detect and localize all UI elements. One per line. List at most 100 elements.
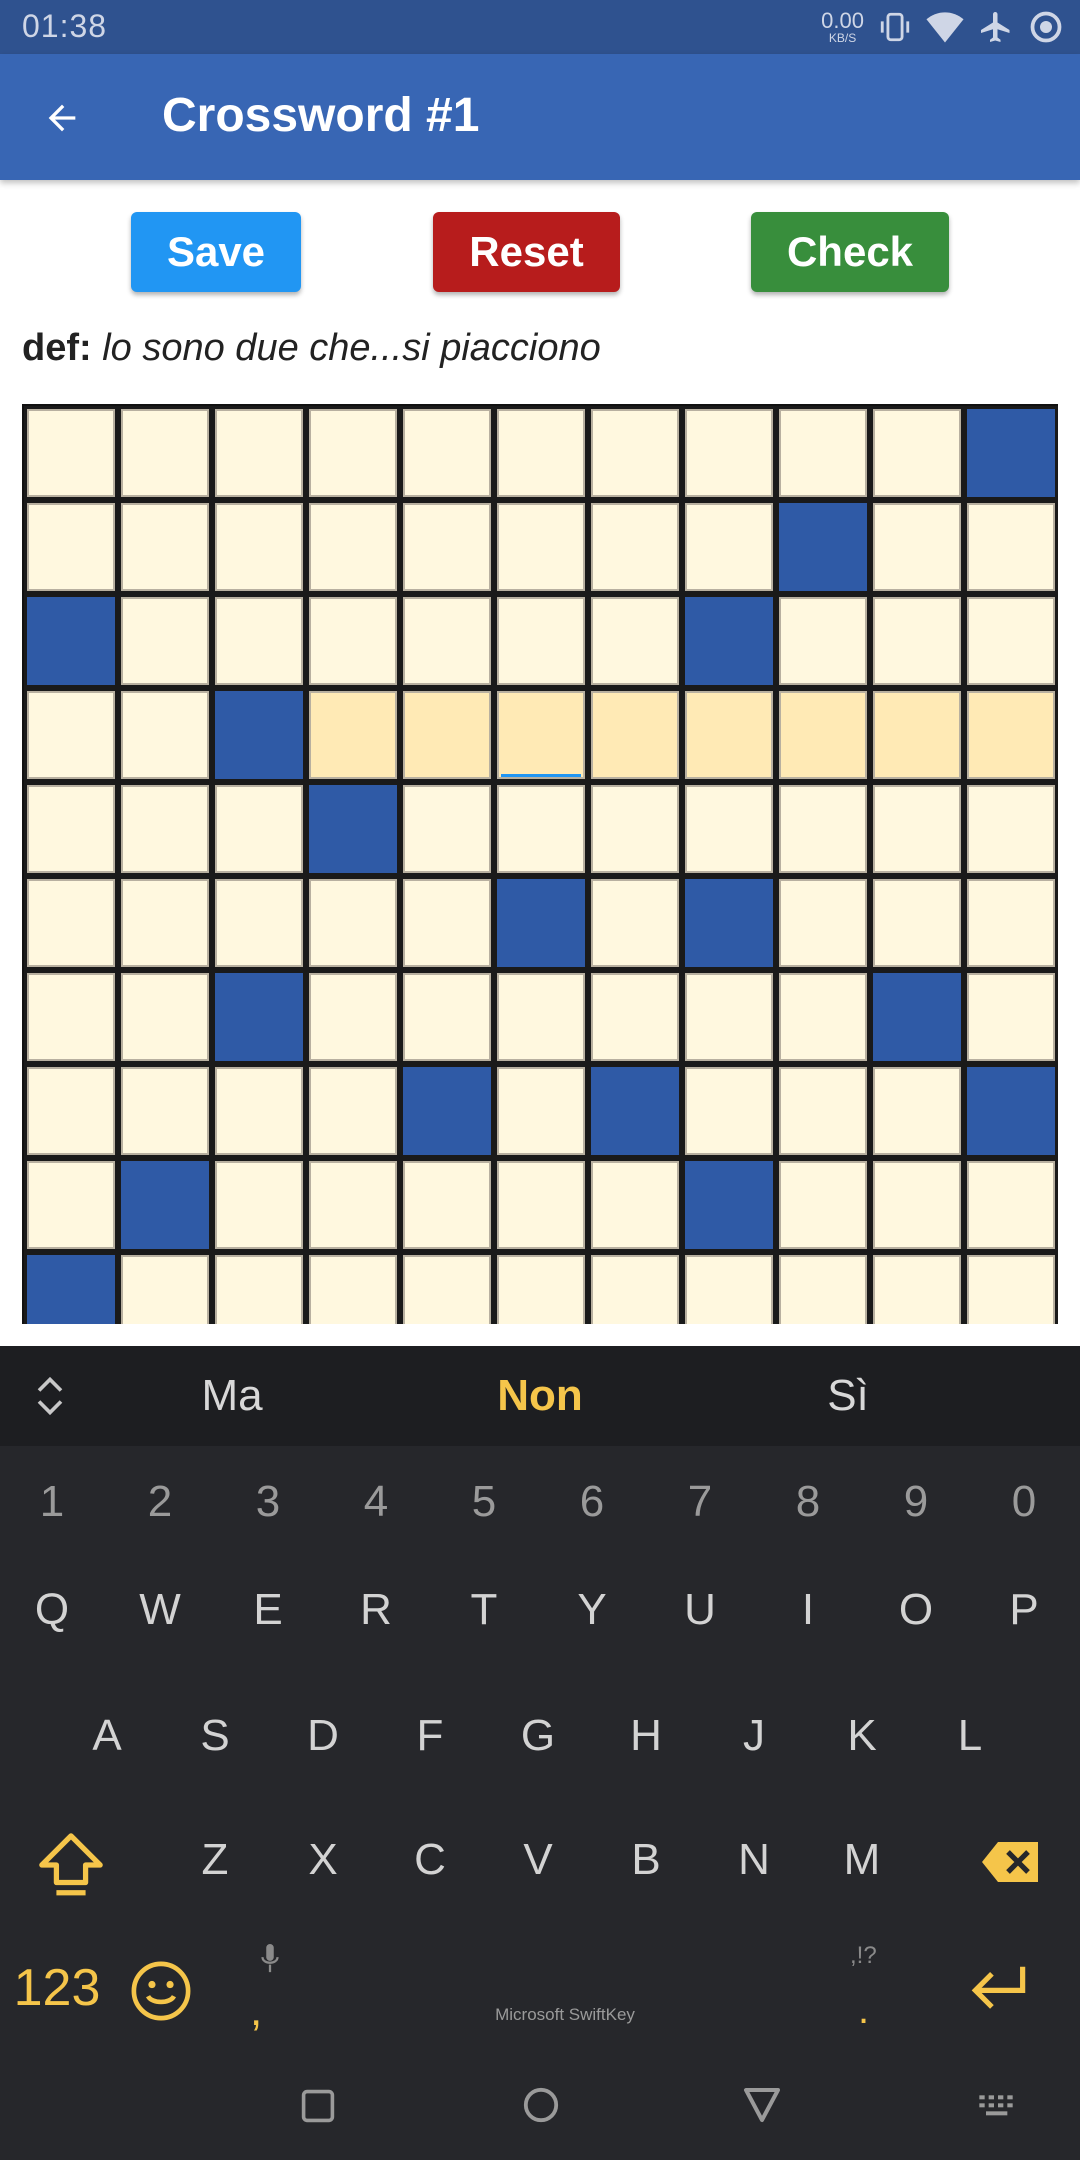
- key-c[interactable]: C: [380, 1830, 480, 1890]
- back-nav-icon[interactable]: [742, 2084, 782, 2124]
- key-s[interactable]: S: [165, 1706, 265, 1766]
- enter-icon[interactable]: [968, 1962, 1030, 2014]
- crossword-cell-r1-c3[interactable]: [306, 500, 400, 594]
- crossword-cell-r7-c7[interactable]: [682, 1064, 776, 1158]
- crossword-cell-r8-c8[interactable]: [776, 1158, 870, 1252]
- crossword-cell-r8-c9[interactable]: [870, 1158, 964, 1252]
- expand-toolbar-icon[interactable]: [30, 1374, 70, 1418]
- crossword-cell-r4-c9[interactable]: [870, 782, 964, 876]
- key-k[interactable]: K: [812, 1706, 912, 1766]
- key-2[interactable]: 2: [110, 1472, 210, 1532]
- suggestion-2[interactable]: Non: [440, 1368, 640, 1424]
- suggestion-1[interactable]: Ma: [132, 1368, 332, 1424]
- crossword-cell-r9-c5[interactable]: [494, 1252, 588, 1324]
- key-g[interactable]: G: [488, 1706, 588, 1766]
- crossword-cell-r9-c4[interactable]: [400, 1252, 494, 1324]
- crossword-cell-r9-c10[interactable]: [964, 1252, 1058, 1324]
- check-button[interactable]: Check: [751, 212, 949, 292]
- crossword-cell-r0-c8[interactable]: [776, 406, 870, 500]
- key-x[interactable]: X: [273, 1830, 373, 1890]
- key-7[interactable]: 7: [650, 1472, 750, 1532]
- crossword-cell-r4-c5[interactable]: [494, 782, 588, 876]
- crossword-cell-r5-c8[interactable]: [776, 876, 870, 970]
- crossword-cell-r7-c5[interactable]: [494, 1064, 588, 1158]
- crossword-cell-r6-c7[interactable]: [682, 970, 776, 1064]
- crossword-cell-r1-c1[interactable]: [118, 500, 212, 594]
- key-z[interactable]: Z: [165, 1830, 265, 1890]
- crossword-cell-r6-c5[interactable]: [494, 970, 588, 1064]
- crossword-cell-r5-c2[interactable]: [212, 876, 306, 970]
- crossword-cell-r1-c4[interactable]: [400, 500, 494, 594]
- crossword-cell-r1-c5[interactable]: [494, 500, 588, 594]
- crossword-cell-r6-c0[interactable]: [24, 970, 118, 1064]
- key-8[interactable]: 8: [758, 1472, 858, 1532]
- crossword-cell-r2-c1[interactable]: [118, 594, 212, 688]
- crossword-cell-r5-c3[interactable]: [306, 876, 400, 970]
- key-4[interactable]: 4: [326, 1472, 426, 1532]
- crossword-cell-r4-c6[interactable]: [588, 782, 682, 876]
- crossword-cell-r4-c8[interactable]: [776, 782, 870, 876]
- key-j[interactable]: J: [704, 1706, 804, 1766]
- crossword-cell-r2-c5[interactable]: [494, 594, 588, 688]
- key-i[interactable]: I: [758, 1580, 858, 1640]
- key-v[interactable]: V: [488, 1830, 588, 1890]
- reset-button[interactable]: Reset: [433, 212, 620, 292]
- crossword-cell-r6-c3[interactable]: [306, 970, 400, 1064]
- crossword-cell-r0-c2[interactable]: [212, 406, 306, 500]
- crossword-cell-r0-c1[interactable]: [118, 406, 212, 500]
- crossword-cell-r2-c9[interactable]: [870, 594, 964, 688]
- keyboard-toggle-icon[interactable]: [978, 2094, 1018, 2118]
- key-e[interactable]: E: [218, 1580, 318, 1640]
- crossword-cell-r8-c3[interactable]: [306, 1158, 400, 1252]
- crossword-cell-r0-c0[interactable]: [24, 406, 118, 500]
- crossword-cell-r3-c3[interactable]: [306, 688, 400, 782]
- crossword-cell-r6-c10[interactable]: [964, 970, 1058, 1064]
- crossword-cell-r5-c4[interactable]: [400, 876, 494, 970]
- crossword-cell-r4-c1[interactable]: [118, 782, 212, 876]
- crossword-cell-r6-c6[interactable]: [588, 970, 682, 1064]
- crossword-cell-r0-c3[interactable]: [306, 406, 400, 500]
- key-y[interactable]: Y: [542, 1580, 642, 1640]
- key-l[interactable]: L: [920, 1706, 1020, 1766]
- crossword-cell-r0-c7[interactable]: [682, 406, 776, 500]
- crossword-cell-r3-c0[interactable]: [24, 688, 118, 782]
- crossword-cell-r4-c7[interactable]: [682, 782, 776, 876]
- comma-key[interactable]: ,: [250, 1986, 262, 2036]
- crossword-cell-r9-c1[interactable]: [118, 1252, 212, 1324]
- crossword-cell-r9-c3[interactable]: [306, 1252, 400, 1324]
- key-0[interactable]: 0: [974, 1472, 1074, 1532]
- key-q[interactable]: Q: [2, 1580, 102, 1640]
- suggestion-3[interactable]: Sì: [748, 1368, 948, 1424]
- crossword-cell-r9-c8[interactable]: [776, 1252, 870, 1324]
- crossword-cell-r7-c0[interactable]: [24, 1064, 118, 1158]
- key-w[interactable]: W: [110, 1580, 210, 1640]
- key-n[interactable]: N: [704, 1830, 804, 1890]
- crossword-cell-r6-c1[interactable]: [118, 970, 212, 1064]
- crossword-cell-r9-c6[interactable]: [588, 1252, 682, 1324]
- crossword-cell-r8-c2[interactable]: [212, 1158, 306, 1252]
- crossword-cell-r5-c9[interactable]: [870, 876, 964, 970]
- shift-icon[interactable]: [36, 1830, 106, 1900]
- key-r[interactable]: R: [326, 1580, 426, 1640]
- save-button[interactable]: Save: [131, 212, 301, 292]
- crossword-cell-r4-c2[interactable]: [212, 782, 306, 876]
- crossword-cell-r1-c2[interactable]: [212, 500, 306, 594]
- key-5[interactable]: 5: [434, 1472, 534, 1532]
- crossword-cell-r3-c5[interactable]: [494, 688, 588, 782]
- crossword-cell-r2-c4[interactable]: [400, 594, 494, 688]
- recent-apps-icon[interactable]: [300, 2088, 336, 2124]
- crossword-cell-r9-c2[interactable]: [212, 1252, 306, 1324]
- crossword-cell-r6-c8[interactable]: [776, 970, 870, 1064]
- crossword-cell-r5-c1[interactable]: [118, 876, 212, 970]
- crossword-cell-r8-c0[interactable]: [24, 1158, 118, 1252]
- key-o[interactable]: O: [866, 1580, 966, 1640]
- crossword-cell-r1-c9[interactable]: [870, 500, 964, 594]
- crossword-cell-r1-c6[interactable]: [588, 500, 682, 594]
- key-h[interactable]: H: [596, 1706, 696, 1766]
- crossword-cell-r7-c2[interactable]: [212, 1064, 306, 1158]
- crossword-cell-r9-c7[interactable]: [682, 1252, 776, 1324]
- key-t[interactable]: T: [434, 1580, 534, 1640]
- key-f[interactable]: F: [380, 1706, 480, 1766]
- crossword-cell-r2-c6[interactable]: [588, 594, 682, 688]
- back-button[interactable]: [30, 86, 94, 150]
